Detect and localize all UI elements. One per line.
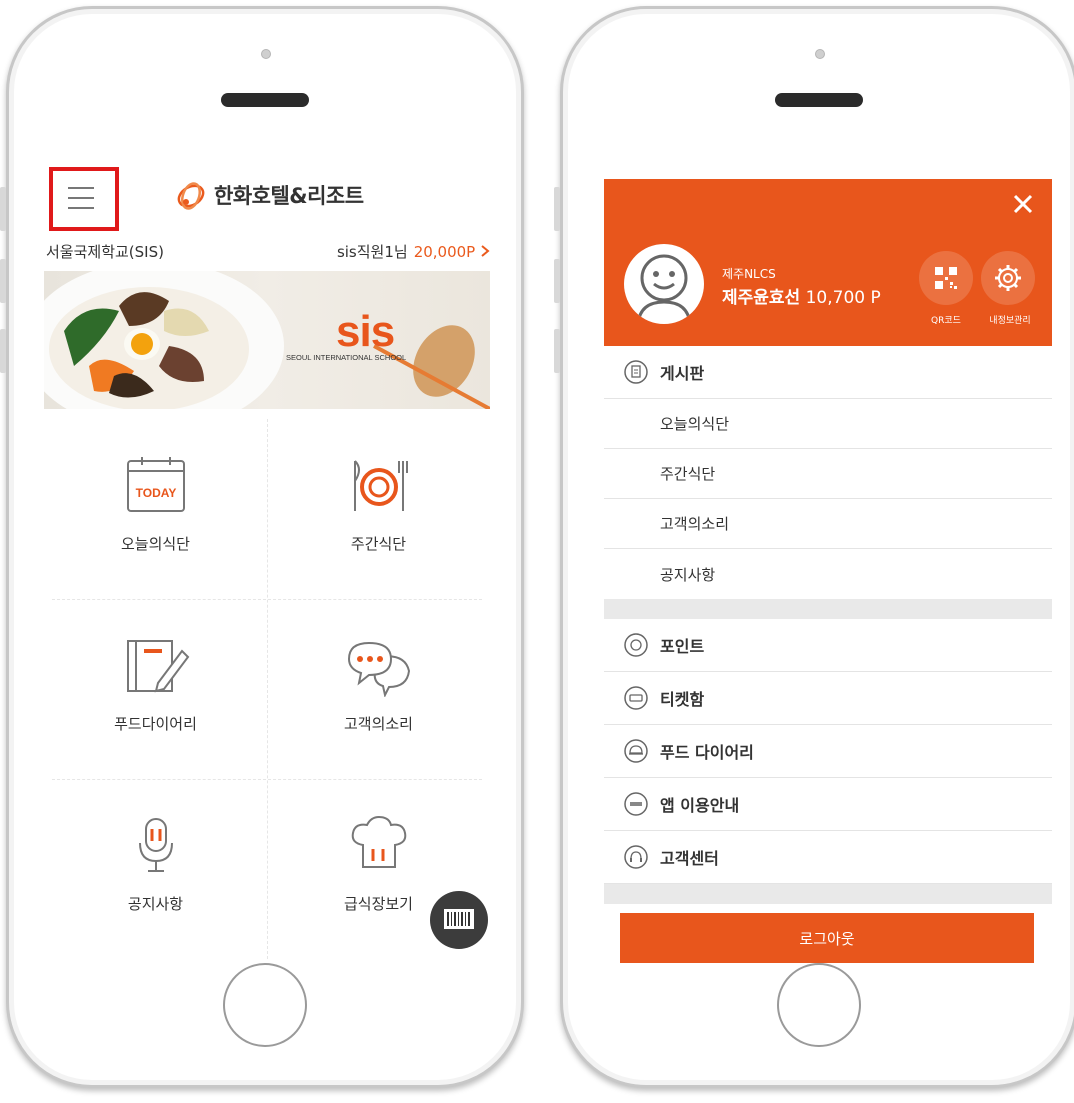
menu-item-notice[interactable]: 공지사항: [604, 549, 1052, 599]
home-button[interactable]: [223, 963, 307, 1047]
front-camera: [261, 49, 271, 59]
user-avatar-icon: [636, 254, 692, 324]
grid-item-customer-voice[interactable]: 고객의소리: [267, 599, 490, 779]
grid-item-weekly-menu[interactable]: 주간식단: [267, 419, 490, 599]
headset-icon: [624, 845, 648, 869]
side-button: [554, 329, 560, 373]
menu-item-tickets[interactable]: 티켓함: [604, 672, 1052, 725]
brand-logo: 한화호텔&리조트: [174, 179, 364, 211]
section-divider: [604, 884, 1052, 904]
menu-label: 주간식단: [660, 465, 716, 483]
side-button: [0, 329, 6, 373]
barcode-icon: [444, 909, 474, 929]
phone-frame-left: 한화호텔&리조트 서울국제학교(SIS) sis직원1님 20,000P sis…: [0, 6, 524, 1088]
ticket-icon: [624, 686, 648, 710]
side-button: [554, 187, 560, 231]
close-icon[interactable]: [1008, 189, 1038, 219]
front-camera: [815, 49, 825, 59]
section-divider: [604, 599, 1052, 619]
grid-label: 고객의소리: [343, 715, 413, 733]
calendar-today-icon: TODAY: [126, 457, 185, 512]
menu-label: 고객센터: [660, 849, 719, 868]
diary-pencil-icon: [126, 640, 189, 693]
menu-label: 앱 이용안내: [660, 796, 740, 815]
profile-points: 10,700 P: [805, 288, 881, 308]
grid-label: 오늘의식단: [120, 535, 190, 553]
user-info-line: 서울국제학교(SIS) sis직원1님 20,000P: [44, 241, 490, 265]
menu-label: 고객의소리: [660, 515, 730, 533]
qr-code-icon: [935, 267, 957, 289]
side-menu: 게시판 오늘의식단 주간식단 고객의소리 공지사항 포인트 티켓함 푸드 다이어…: [604, 346, 1052, 904]
menu-grid: TODAY 오늘의식단 주간식단 푸드다이어리 고객의소리 공지사항 급식장보기: [44, 419, 490, 959]
phone-frame-right: 제주NLCS 제주윤효선 10,700 P QR코드 내정보관리 게시판 오늘의…: [554, 6, 1074, 1088]
menu-item-food-diary[interactable]: 푸드 다이어리: [604, 725, 1052, 778]
home-button[interactable]: [777, 963, 861, 1047]
menu-item-customer-voice[interactable]: 고객의소리: [604, 499, 1052, 549]
menu-label: 오늘의식단: [660, 415, 730, 433]
barcode-button[interactable]: [430, 891, 488, 949]
menu-item-app-guide[interactable]: 앱 이용안내: [604, 778, 1052, 831]
settings-button[interactable]: [981, 251, 1035, 305]
speaker-grill: [221, 93, 309, 107]
chevron-right-icon: [481, 245, 490, 257]
qr-code-label: QR코드: [931, 316, 961, 326]
coin-icon: [624, 633, 648, 657]
brand-name: 한화호텔&리조트: [214, 184, 364, 208]
menu-icon[interactable]: [49, 167, 119, 231]
school-name: 서울국제학교(SIS): [46, 243, 164, 261]
grid-label: 공지사항: [127, 895, 184, 913]
banner-image: sis SEOUL INTERNATIONAL SCHOOL: [44, 271, 490, 409]
menu-label: 티켓함: [660, 690, 705, 709]
avatar: [624, 244, 704, 324]
grid-label: 주간식단: [350, 535, 407, 553]
profile-name: 제주윤효선: [722, 288, 801, 308]
home-screen: 한화호텔&리조트 서울국제학교(SIS) sis직원1님 20,000P sis…: [44, 149, 490, 969]
microphone-icon: [138, 818, 173, 872]
side-menu-screen: 제주NLCS 제주윤효선 10,700 P QR코드 내정보관리 게시판 오늘의…: [604, 179, 1052, 969]
clipboard-icon: [624, 360, 648, 384]
profile-header: 제주NLCS 제주윤효선 10,700 P QR코드 내정보관리: [604, 179, 1052, 346]
bibimbap-banner-image: [44, 271, 490, 409]
grid-label: 푸드다이어리: [114, 715, 197, 733]
menu-label: 게시판: [660, 364, 705, 383]
menu-item-weekly-menu[interactable]: 주간식단: [604, 449, 1052, 499]
user-name: sis직원1님: [336, 243, 408, 261]
points-value: 20,000P: [413, 243, 476, 261]
grid-item-notice[interactable]: 공지사항: [44, 779, 267, 959]
food-dome-icon: [624, 739, 648, 763]
chat-bubble-icon: [347, 641, 410, 697]
menu-label: 푸드 다이어리: [660, 743, 754, 762]
menu-item-today-menu[interactable]: 오늘의식단: [604, 399, 1052, 449]
today-badge: TODAY: [135, 486, 176, 500]
speaker-grill: [775, 93, 863, 107]
profile-name-line: 제주윤효선 10,700 P: [722, 283, 881, 308]
user-points[interactable]: sis직원1님 20,000P: [337, 241, 490, 262]
side-button: [0, 259, 6, 303]
grid-item-today-menu[interactable]: TODAY 오늘의식단: [44, 419, 267, 599]
plate-utensils-icon: [353, 460, 408, 511]
site-name: 제주NLCS: [722, 267, 776, 281]
menu-label: 포인트: [660, 637, 705, 656]
qr-code-button[interactable]: [919, 251, 973, 305]
hanwha-logo-icon: [177, 182, 205, 210]
menu-section-board[interactable]: 게시판: [604, 346, 1052, 399]
side-button: [554, 259, 560, 303]
menu-label: 공지사항: [660, 565, 716, 584]
chef-hat-icon: [351, 815, 406, 868]
grid-item-food-diary[interactable]: 푸드다이어리: [44, 599, 267, 779]
school-full-name: SEOUL INTERNATIONAL SCHOOL: [286, 353, 407, 362]
side-button: [0, 187, 6, 231]
menu-item-points[interactable]: 포인트: [604, 619, 1052, 672]
settings-label: 내정보관리: [989, 316, 1031, 326]
logout-button[interactable]: 로그아웃: [620, 913, 1034, 963]
top-bar: 한화호텔&리조트: [44, 149, 490, 239]
menu-item-customer-center[interactable]: 고객센터: [604, 831, 1052, 884]
app-guide-icon: [624, 792, 648, 816]
gear-icon: [995, 265, 1021, 291]
sis-logo: sis: [336, 307, 395, 356]
